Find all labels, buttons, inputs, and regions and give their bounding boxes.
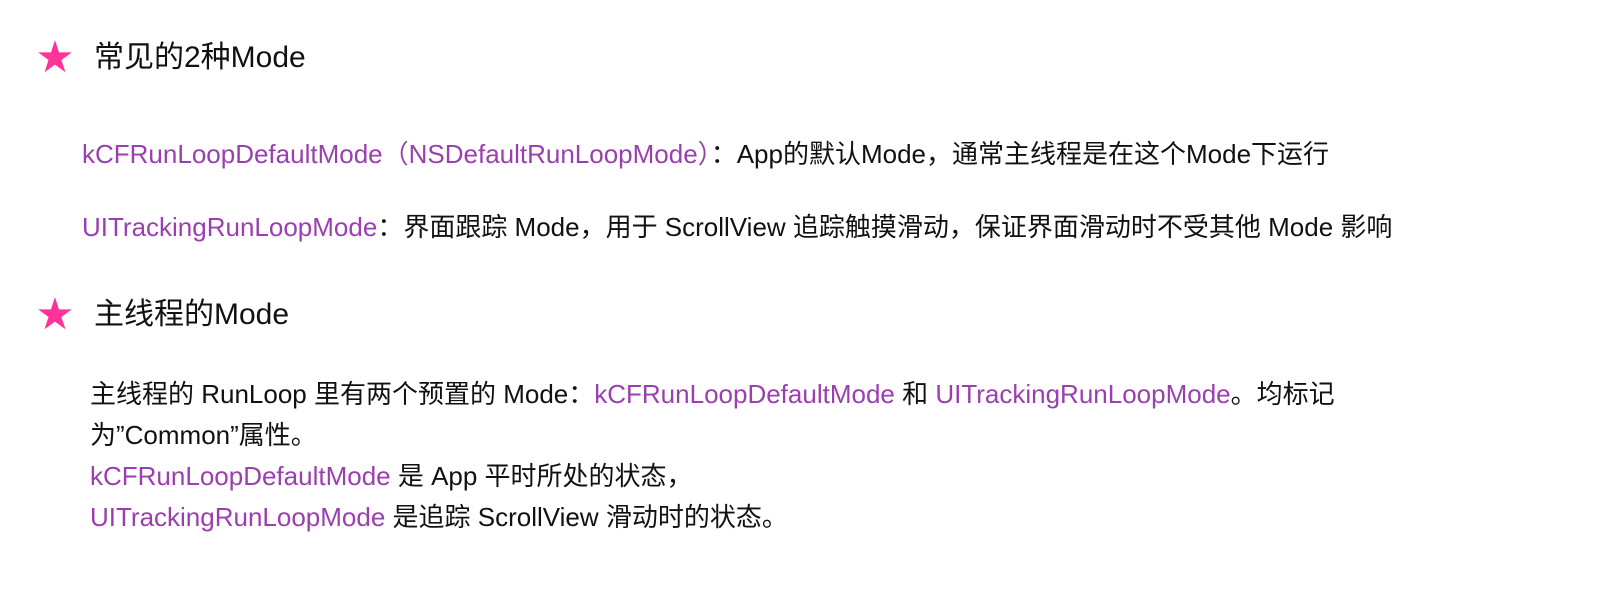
paragraph-text: 和: [894, 379, 936, 409]
mode-description: ：App的默认Mode，通常主线程是在这个Mode下运行: [710, 139, 1330, 169]
paragraph-row: kCFRunLoopDefaultMode 是 App 平时所处的状态，: [90, 456, 1565, 497]
mode-name: kCFRunLoopDefaultMode: [90, 461, 391, 491]
mode-name: UITrackingRunLoopMode: [82, 212, 378, 242]
mode-line-tracking: UITrackingRunLoopMode：界面跟踪 Mode，用于 Scrol…: [82, 211, 1392, 244]
main-thread-mode-paragraph: 主线程的 RunLoop 里有两个预置的 Mode：kCFRunLoopDefa…: [90, 374, 1565, 538]
section-heading-main-thread-mode: ★ 主线程的Mode: [34, 293, 289, 337]
paragraph-text: 为”Common”属性。: [90, 420, 317, 450]
paragraph-text: 是追踪 ScrollView 滑动时的状态。: [385, 502, 788, 532]
mode-name: kCFRunLoopDefaultMode（NSDefaultRunLoopMo…: [82, 139, 711, 169]
star-icon: ★: [35, 290, 75, 339]
paragraph-text: 是 App 平时所处的状态，: [390, 461, 693, 491]
paragraph-text: 。均标记: [1230, 379, 1335, 409]
paragraph-row: 主线程的 RunLoop 里有两个预置的 Mode：kCFRunLoopDefa…: [90, 374, 1565, 415]
mode-name: UITrackingRunLoopMode: [90, 502, 386, 532]
paragraph-row: UITrackingRunLoopMode 是追踪 ScrollView 滑动时…: [90, 497, 1565, 538]
section-title: 主线程的Mode: [94, 298, 290, 331]
section-heading-common-modes: ★ 常见的2种Mode: [34, 33, 306, 82]
mode-description: ：界面跟踪 Mode，用于 ScrollView 追踪触摸滑动，保证界面滑动时不…: [377, 212, 1393, 242]
mode-line-default: kCFRunLoopDefaultMode（NSDefaultRunLoopMo…: [82, 138, 1329, 171]
star-icon: ★: [35, 33, 75, 82]
paragraph-row: 为”Common”属性。: [90, 415, 1565, 456]
mode-name: kCFRunLoopDefaultMode: [594, 379, 895, 409]
mode-name: UITrackingRunLoopMode: [935, 379, 1231, 409]
section-title: 常见的2种Mode: [94, 41, 306, 74]
paragraph-text: 主线程的 RunLoop 里有两个预置的 Mode：: [90, 379, 595, 409]
